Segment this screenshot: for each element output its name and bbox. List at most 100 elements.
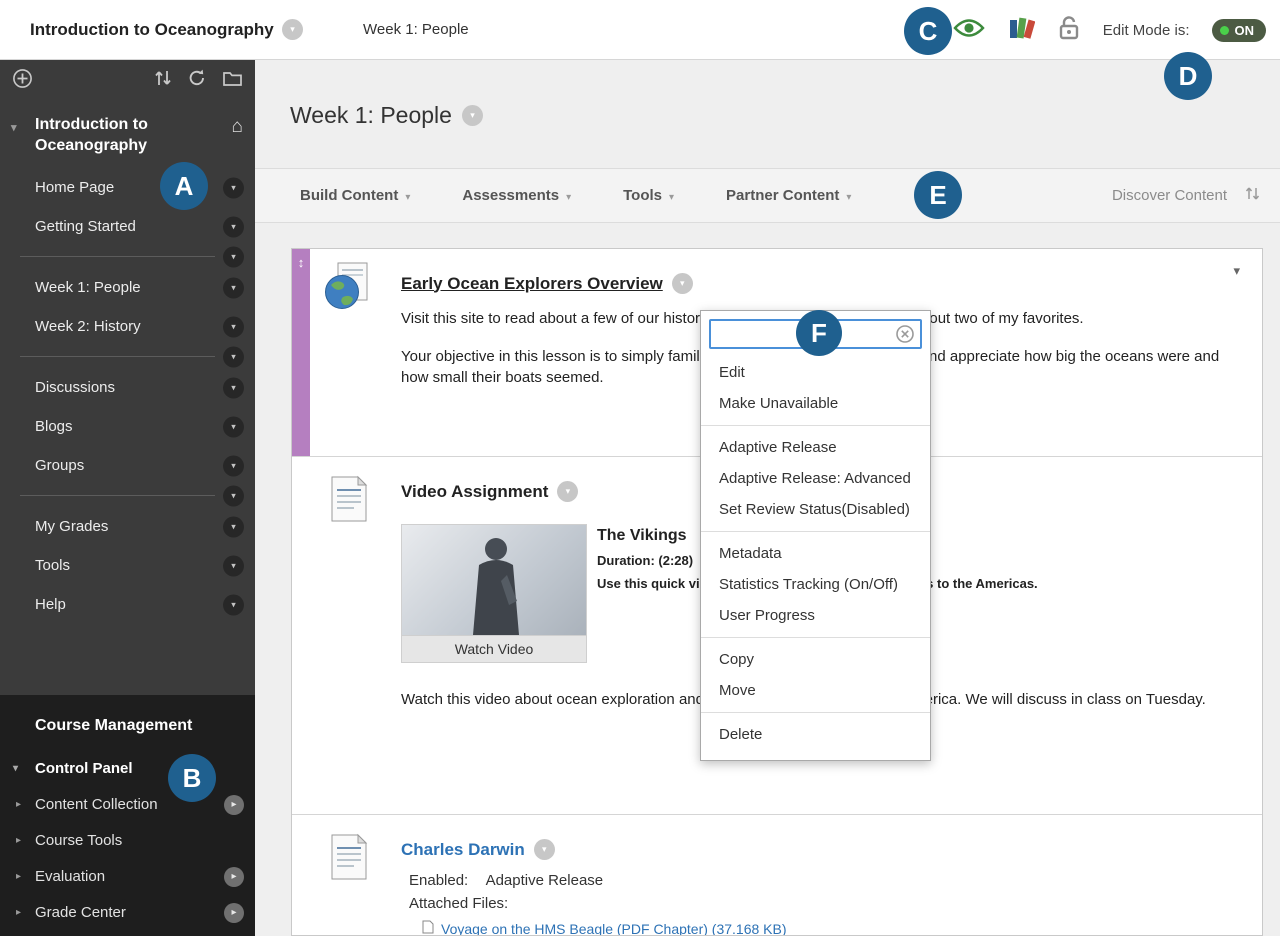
sidebar-item-week-2-history[interactable]: Week 2: History ▾ (0, 307, 255, 346)
open-in-new-icon[interactable]: ▸ (224, 795, 244, 815)
clear-search-icon[interactable] (896, 325, 914, 348)
attached-file-link[interactable]: Voyage on the HMS Beagle (PDF Chapter) (… (441, 921, 787, 936)
cp-item-evaluation[interactable]: ▸ Evaluation ▸ (0, 859, 255, 895)
cp-item-grade-center[interactable]: ▸ Grade Center ▸ (0, 895, 255, 931)
item-title-link[interactable]: Early Ocean Explorers Overview (401, 274, 663, 294)
home-icon[interactable]: ⌂ (232, 116, 243, 137)
lock-icon[interactable] (1057, 15, 1081, 46)
menu-item-adaptive-release[interactable]: Adaptive Release (701, 432, 930, 463)
sidebar-item-label: Tools (35, 557, 71, 574)
sidebar-item-label: My Grades (35, 518, 109, 535)
blackboard-page: Introduction to Oceanography ▾ Week 1: P… (0, 0, 1280, 936)
item-options-icon[interactable]: ▾ (223, 455, 244, 476)
sort-order-icon[interactable] (1245, 185, 1260, 207)
top-bar: Introduction to Oceanography ▾ Week 1: P… (0, 0, 1280, 60)
menu-item-make-unavailable[interactable]: Make Unavailable (701, 388, 930, 419)
menu-item-adaptive-release-advanced[interactable]: Adaptive Release: Advanced (701, 463, 930, 494)
item-title[interactable]: Video Assignment (401, 482, 548, 502)
chevron-down-icon: ▾ (669, 192, 675, 203)
sidebar-item-tools[interactable]: Tools ▾ (0, 546, 255, 585)
sidebar-item-discussions[interactable]: Discussions ▾ (0, 368, 255, 407)
menu-item-edit[interactable]: Edit (701, 357, 930, 388)
divider-options-icon[interactable]: ▾ (223, 346, 244, 368)
sidebar-course-name: Introduction to Oceanography (35, 116, 148, 154)
sidebar-item-getting-started[interactable]: Getting Started ▾ (0, 207, 255, 246)
course-menu-sidebar: ▾ Introduction to Oceanography ⌂ Home Pa… (0, 60, 255, 936)
open-in-new-icon[interactable]: ▸ (224, 903, 244, 923)
item-options-icon[interactable]: ▾ (223, 377, 244, 398)
topbar-course-title: Introduction to Oceanography (30, 20, 274, 39)
item-options-icon[interactable]: ▾ (557, 481, 579, 502)
sidebar-item-label: Week 2: History (35, 318, 141, 335)
page-title-menu-icon[interactable]: ▾ (461, 105, 483, 126)
menu-item-user-progress[interactable]: User Progress (701, 600, 930, 631)
item-options-icon[interactable]: ▾ (223, 416, 244, 437)
sidebar-item-blogs[interactable]: Blogs ▾ (0, 407, 255, 446)
cp-item-course-tools[interactable]: ▸ Course Tools (0, 823, 255, 859)
assessments-button[interactable]: Assessments ▾ (462, 187, 571, 204)
menu-item-metadata[interactable]: Metadata (701, 538, 930, 569)
control-panel-header[interactable]: ▾ Control Panel (0, 751, 255, 787)
course-title-menu-icon[interactable]: ▾ (282, 19, 303, 40)
sidebar-item-label: Groups (35, 457, 85, 474)
partner-content-button[interactable]: Partner Content ▾ (726, 187, 851, 204)
item-options-icon[interactable]: ▾ (223, 516, 244, 537)
expand-triangle-icon: ▸ (16, 835, 22, 846)
edit-mode-toggle[interactable]: ON (1211, 18, 1266, 42)
menu-divider: ▾ (0, 246, 255, 268)
collapse-item-icon[interactable]: ▾ (1233, 263, 1240, 279)
item-options-icon[interactable]: ▾ (223, 316, 244, 337)
button-label: Partner Content (726, 187, 840, 204)
item-options-icon[interactable]: ▾ (223, 177, 244, 198)
student-preview-icon[interactable] (953, 17, 985, 44)
build-content-button[interactable]: Build Content ▾ (300, 187, 410, 204)
sidebar-item-my-grades[interactable]: My Grades ▾ (0, 507, 255, 546)
item-title-link[interactable]: Charles Darwin (401, 840, 525, 860)
menu-item-copy[interactable]: Copy (701, 644, 930, 675)
tools-button[interactable]: Tools ▾ (623, 187, 674, 204)
folder-view-icon[interactable] (222, 69, 243, 87)
menu-divider (701, 425, 930, 426)
sidebar-item-week-1-people[interactable]: Week 1: People ▾ (0, 268, 255, 307)
sidebar-course-header[interactable]: ▾ Introduction to Oceanography ⌂ (0, 98, 255, 168)
callout-badge-f: F (796, 310, 842, 356)
chevron-down-icon: ▾ (846, 192, 852, 203)
callout-badge-b: B (168, 754, 216, 802)
divider-options-icon[interactable]: ▾ (223, 485, 244, 507)
drag-handle[interactable]: ↕ (292, 249, 310, 456)
sidebar-item-home-page[interactable]: Home Page ▾ (0, 168, 255, 207)
watch-video-button[interactable]: Watch Video (402, 635, 586, 662)
sidebar-item-label: Blogs (35, 418, 73, 435)
enabled-value: Adaptive Release (485, 872, 604, 889)
content-item-charles-darwin: Charles Darwin ▾ Enabled: Adaptive Relea… (292, 814, 1262, 936)
video-thumbnail[interactable]: Watch Video (401, 524, 587, 663)
sidebar-item-groups[interactable]: Groups ▾ (0, 446, 255, 485)
discover-content-button[interactable]: Discover Content (1112, 187, 1227, 204)
reorder-items-icon[interactable] (154, 68, 172, 88)
menu-item-move[interactable]: Move (701, 675, 930, 706)
item-options-icon[interactable]: ▾ (671, 273, 693, 294)
open-in-new-icon[interactable]: ▸ (224, 867, 244, 887)
menu-item-statistics-tracking[interactable]: Statistics Tracking (On/Off) (701, 569, 930, 600)
edit-mode-value: ON (1234, 22, 1255, 38)
breadcrumb[interactable]: Week 1: People (363, 0, 469, 60)
item-options-icon[interactable]: ▾ (223, 594, 244, 615)
item-options-icon[interactable]: ▾ (223, 555, 244, 576)
collapse-triangle-icon[interactable]: ▾ (13, 751, 18, 787)
button-label: Assessments (462, 187, 560, 204)
item-context-menu: Edit Make Unavailable Adaptive Release A… (700, 310, 931, 761)
item-options-icon[interactable]: ▾ (223, 216, 244, 237)
menu-item-delete[interactable]: Delete (701, 719, 930, 750)
edit-mode-indicator-dot (1219, 25, 1229, 35)
theme-palette-icon[interactable] (1007, 16, 1036, 45)
collapse-triangle-icon[interactable]: ▾ (11, 118, 17, 139)
item-options-icon[interactable]: ▾ (533, 839, 555, 860)
menu-divider (701, 531, 930, 532)
sidebar-item-help[interactable]: Help ▾ (0, 585, 255, 624)
divider-options-icon[interactable]: ▾ (223, 246, 244, 268)
item-options-icon[interactable]: ▾ (223, 277, 244, 298)
refresh-icon[interactable] (187, 68, 207, 88)
menu-item-set-review-status[interactable]: Set Review Status(Disabled) (701, 494, 930, 525)
cp-item-content-collection[interactable]: ▸ Content Collection ▸ (0, 787, 255, 823)
page-title: Week 1: People (290, 102, 452, 128)
